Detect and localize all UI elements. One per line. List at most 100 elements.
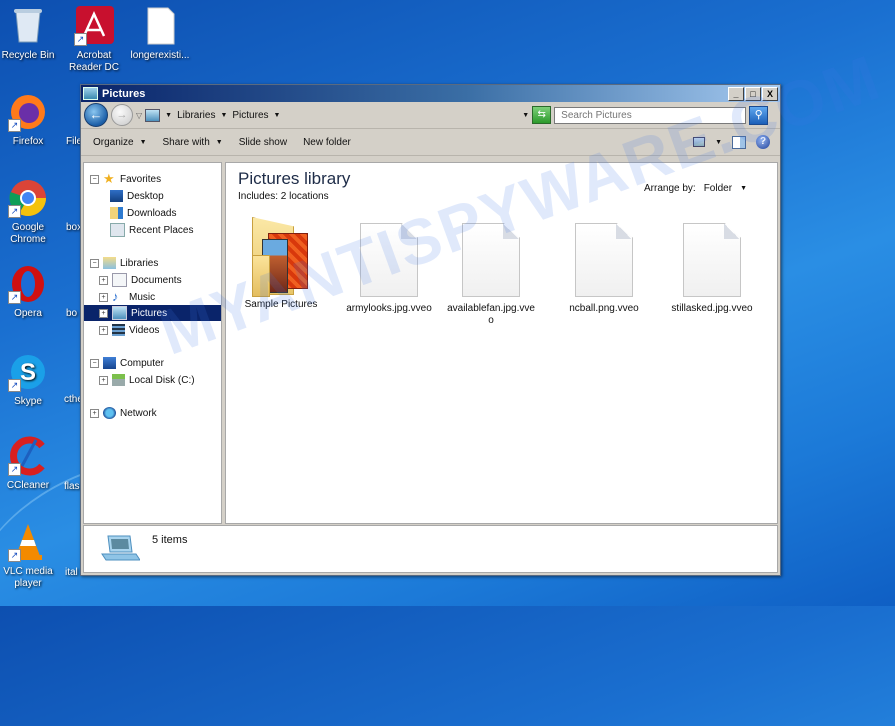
file-item[interactable]: armylooks.jpg.vveo [339, 215, 439, 315]
desktop-icon-ccleaner[interactable]: ↗ CCleaner [0, 436, 58, 492]
blank-file-icon [140, 6, 180, 46]
tree-item-local-disk[interactable]: + Local Disk (C:) [99, 372, 195, 388]
desktop-icon-vlc[interactable]: ↗ VLC media player [0, 522, 58, 590]
tree-item-documents[interactable]: + Documents [99, 272, 182, 288]
explorer-window: Pictures _ □ X ← → ▽ ▼ Libraries ▼ Pictu… [80, 84, 781, 576]
collapse-icon[interactable]: − [90, 258, 99, 268]
desktop-icon-acrobat[interactable]: ↗ Acrobat Reader DC [64, 6, 124, 74]
tree-label: Network [120, 407, 157, 419]
desktop-icon-skype[interactable]: S ↗ Skype [0, 352, 58, 408]
file-item-sample-pictures[interactable]: Sample Pictures [231, 215, 331, 311]
breadcrumb-libraries[interactable]: Libraries [177, 110, 215, 121]
shortcut-arrow-icon: ↗ [74, 33, 87, 46]
desktop-icon-label-partial[interactable]: ital [65, 567, 78, 578]
computer-icon [103, 357, 116, 369]
pictures-library-icon [145, 108, 161, 122]
library-laptop-icon [101, 535, 140, 561]
share-with-label: Share with [162, 136, 210, 148]
tree-item-computer[interactable]: − Computer [90, 355, 164, 371]
tree-item-network[interactable]: + Network [90, 405, 157, 421]
collapse-icon[interactable]: − [90, 358, 99, 368]
file-name: ncball.png.vveo [569, 303, 639, 314]
maximize-button[interactable]: □ [745, 86, 761, 101]
desktop-icon-chrome[interactable]: ↗ Google Chrome [0, 178, 58, 246]
refresh-button[interactable]: ⇆ [532, 106, 552, 124]
forward-button[interactable]: → [111, 104, 133, 126]
recent-pages-dropdown[interactable]: ▽ [136, 111, 142, 120]
title-bar[interactable]: Pictures _ □ X [81, 85, 780, 102]
breadcrumb-chevron-icon[interactable]: ▼ [165, 112, 172, 119]
expand-icon[interactable]: + [90, 408, 99, 418]
desktop-icon-longerexisting[interactable]: longerexisti... [128, 6, 192, 62]
shortcut-arrow-icon: ↗ [8, 205, 21, 218]
tree-item-desktop[interactable]: Desktop [110, 188, 164, 204]
file-item[interactable]: stillasked.jpg.vveo [662, 215, 762, 315]
desktop-icon [110, 190, 123, 202]
desktop-icon-label-partial[interactable]: flas [64, 481, 80, 492]
tree-item-downloads[interactable]: Downloads [110, 205, 176, 221]
blank-file-icon [683, 223, 741, 297]
downloads-icon [110, 207, 123, 219]
expand-icon[interactable]: + [99, 292, 108, 302]
file-list-pane: Pictures library Includes: 2 locations A… [225, 162, 778, 524]
address-history-dropdown[interactable]: ▼ [522, 112, 529, 119]
chevron-down-icon: ▼ [139, 138, 147, 146]
tree-item-pictures[interactable]: + Pictures [84, 305, 221, 321]
breadcrumb-chevron-icon[interactable]: ▼ [274, 112, 281, 119]
file-item[interactable]: ncball.png.vveo [554, 215, 654, 315]
tree-item-music[interactable]: + ♪ Music [99, 289, 155, 305]
file-name: stillasked.jpg.vveo [671, 303, 753, 314]
file-item[interactable]: availablefan.jpg.vveo [447, 215, 535, 327]
expand-icon[interactable]: + [99, 325, 108, 335]
search-icon[interactable]: ⚲ [749, 105, 769, 125]
slide-show-button[interactable]: Slide show [231, 137, 295, 148]
back-button[interactable]: ← [84, 103, 108, 127]
expand-icon[interactable]: + [99, 308, 108, 318]
opera-icon: ↗ [8, 264, 48, 304]
desktop-icon-firefox[interactable]: ↗ Firefox [0, 92, 58, 148]
tree-item-libraries[interactable]: − Libraries [90, 255, 158, 271]
details-pane: 5 items [83, 525, 778, 573]
tree-label: Downloads [127, 207, 177, 219]
tree-label: Libraries [120, 257, 159, 269]
search-box[interactable] [554, 106, 747, 124]
new-folder-button[interactable]: New folder [295, 137, 359, 148]
recycle-bin-icon [8, 6, 48, 46]
star-icon: ★ [103, 171, 115, 186]
library-locations[interactable]: Includes: 2 locations [238, 191, 329, 202]
search-input[interactable] [559, 108, 746, 122]
picture-folder-icon [246, 215, 316, 297]
expand-icon[interactable]: + [99, 275, 108, 285]
tree-item-recent-places[interactable]: Recent Places [110, 222, 193, 238]
collapse-icon[interactable]: − [90, 174, 99, 184]
change-view-icon[interactable] [693, 137, 706, 147]
chrome-icon: ↗ [8, 178, 48, 218]
organize-button[interactable]: Organize ▼ [85, 137, 155, 148]
arrange-by[interactable]: Arrange by: Folder ▼ [644, 183, 747, 194]
desktop-icon-label-partial[interactable]: bo [66, 308, 77, 319]
help-icon[interactable]: ? [756, 135, 770, 149]
breadcrumb-pictures[interactable]: Pictures [232, 110, 268, 121]
tree-item-favorites[interactable]: − ★ Favorites [90, 171, 161, 187]
tree-label: Documents [131, 274, 182, 286]
minimize-button[interactable]: _ [728, 86, 744, 101]
close-button[interactable]: X [762, 86, 778, 101]
blank-file-icon [360, 223, 418, 297]
address-bar[interactable]: ▼ Libraries ▼ Pictures ▼ ▼ [145, 106, 530, 124]
breadcrumb-chevron-icon[interactable]: ▼ [220, 112, 227, 119]
blank-file-icon [575, 223, 633, 297]
expand-icon[interactable]: + [99, 375, 108, 385]
tree-item-videos[interactable]: + Videos [99, 322, 159, 338]
chevron-down-icon: ▼ [215, 138, 223, 146]
desktop-icon-recycle-bin[interactable]: Recycle Bin [0, 6, 58, 62]
view-options-dropdown[interactable]: ▼ [715, 139, 722, 146]
navigation-bar: ← → ▽ ▼ Libraries ▼ Pictures ▼ ▼ ⇆ ⚲ [81, 102, 780, 129]
shortcut-arrow-icon: ↗ [8, 119, 21, 132]
navigation-pane: − ★ Favorites Desktop Downloads Recent P… [83, 162, 222, 524]
preview-pane-icon[interactable] [732, 135, 746, 149]
desktop-icon-opera[interactable]: ↗ Opera [0, 264, 58, 320]
share-with-button[interactable]: Share with ▼ [155, 137, 231, 148]
tree-label: Videos [129, 324, 160, 336]
file-name: Sample Pictures [244, 299, 318, 310]
ccleaner-icon: ↗ [8, 436, 48, 476]
